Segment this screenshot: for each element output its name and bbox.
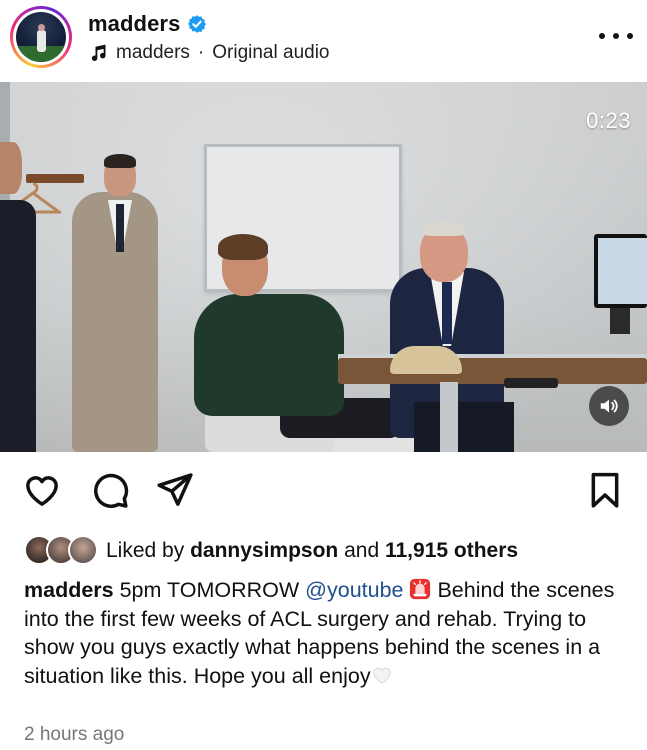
likes-summary[interactable]: Liked by dannysimpson and 11,915 others	[24, 534, 518, 568]
heart-icon[interactable]	[22, 470, 62, 510]
mention-link[interactable]: @youtube	[305, 578, 403, 602]
post-header: madders madders · Original audio	[0, 0, 647, 82]
person-left-edge	[0, 200, 36, 452]
comment-bubble-icon[interactable]	[90, 470, 130, 510]
username[interactable]: madders	[88, 11, 180, 37]
liker-avatars	[24, 535, 100, 567]
sound-toggle-button[interactable]	[589, 386, 629, 426]
audio-title: Original audio	[212, 42, 330, 63]
avatar	[16, 12, 66, 62]
post-timestamp: 2 hours ago	[24, 724, 125, 745]
story-ring-avatar[interactable]	[10, 6, 72, 68]
likes-count[interactable]: 11,915 others	[385, 539, 518, 562]
audio-attribution[interactable]: madders · Original audio	[88, 40, 330, 66]
music-note-icon	[91, 44, 106, 62]
video-timer: 0:23	[586, 108, 631, 133]
more-options-icon[interactable]	[599, 26, 633, 46]
video-player[interactable]: 0:23	[0, 82, 647, 452]
desk	[338, 358, 647, 384]
person-seated-hoodie	[194, 294, 344, 416]
liker-avatar	[68, 535, 98, 565]
speaker-on-icon	[600, 399, 618, 413]
white-heart-emoji-icon	[372, 667, 391, 684]
siren-emoji-icon	[410, 578, 431, 600]
likes-prefix: Liked by	[106, 539, 191, 562]
post-caption: madders 5pm TOMORROW @youtube Behind the…	[24, 578, 615, 688]
verified-badge-icon	[188, 15, 207, 33]
cap-on-desk	[390, 346, 462, 374]
bookmark-icon[interactable]	[585, 470, 625, 510]
caption-username[interactable]: madders	[24, 578, 114, 602]
paper-plane-icon[interactable]	[155, 470, 195, 510]
liker-username[interactable]: dannysimpson	[190, 539, 338, 562]
audio-artist: madders	[116, 42, 190, 63]
action-bar	[0, 452, 647, 532]
audio-separator: ·	[197, 42, 205, 63]
